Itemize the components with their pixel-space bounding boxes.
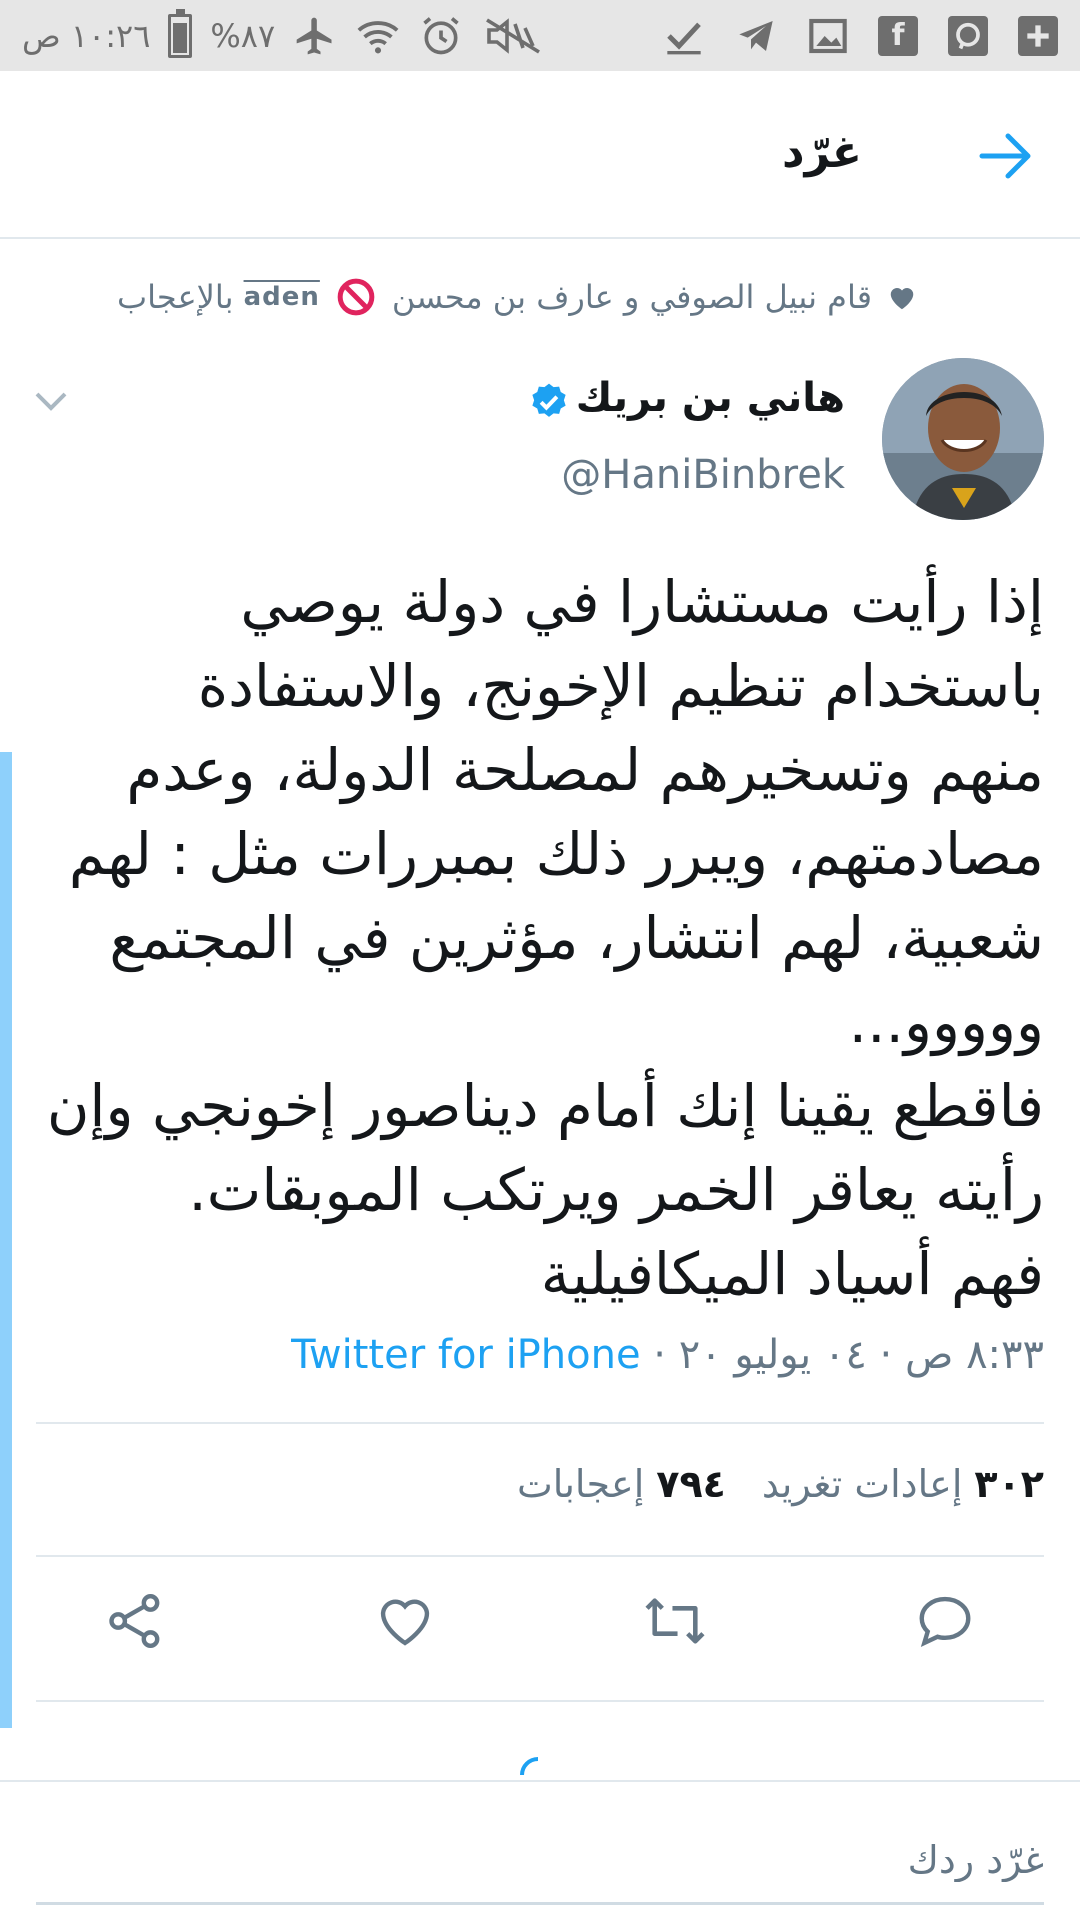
chevron-down-icon[interactable] (34, 390, 68, 412)
avatar[interactable] (882, 358, 1044, 520)
retweet-icon (645, 1598, 705, 1644)
loading-spinner-icon (520, 1757, 539, 1775)
thread-line (0, 752, 12, 1728)
status-bar-left: ١٠:٢٦ ص %٨٧ (22, 8, 545, 59)
tweet-meta: ٨:٣٣ ص · ٠٤ يوليو ٢٠ · Twitter for iPhon… (291, 1332, 1044, 1378)
page-title: غرّد (781, 127, 862, 178)
airplane-icon (293, 14, 337, 58)
author-handle[interactable]: @HaniBinbrek (561, 452, 845, 498)
back-arrow-icon[interactable] (978, 131, 1036, 181)
social-context: قام نبيل الصوفي و عارف بن محسن aden بالإ… (0, 272, 1080, 322)
alarm-icon (419, 14, 463, 58)
aden-badge: aden (243, 282, 320, 312)
tweet-text: إذا رأيت مستشارا في دولة يوصي باستخدام ت… (46, 568, 1044, 1308)
gallery-icon (808, 16, 848, 56)
tweet-timestamp: ٨:٣٣ ص · ٠٤ يوليو ٢٠ · (640, 1332, 1044, 1378)
facebook-icon: f (878, 15, 918, 56)
like-icon (380, 1599, 430, 1646)
reply-icon (919, 1596, 971, 1648)
check-icon (664, 16, 704, 56)
divider (36, 1422, 1044, 1424)
heart-small-icon (890, 288, 914, 310)
compose-divider (0, 1780, 1080, 1782)
tweet-source-link[interactable]: Twitter for iPhone (291, 1332, 641, 1378)
liked-by-text[interactable]: قام نبيل الصوفي و عارف بن محسن (392, 278, 872, 316)
liked-by-suffix: بالإعجاب (117, 278, 234, 316)
battery-fill (173, 22, 188, 53)
messenger-icon (948, 15, 988, 56)
retweet-button[interactable] (642, 1590, 705, 1652)
status-bar-right: f (664, 15, 1058, 56)
mute-icon (481, 16, 545, 56)
retweets-stat[interactable]: ٣٠٢إعادات تغريد (762, 1462, 1044, 1506)
plus-icon (1018, 15, 1058, 56)
divider (36, 1700, 1044, 1702)
verified-badge-icon (532, 383, 566, 417)
tweet-stats: ٣٠٢إعادات تغريد ٧٩٤إعجابات (517, 1462, 1044, 1506)
reply-input[interactable] (36, 1820, 1044, 1900)
telegram-icon (734, 16, 778, 56)
reply-button[interactable] (914, 1590, 976, 1652)
author-name[interactable]: هاني بن بريك (576, 375, 845, 421)
top-header: غرّد (0, 71, 1080, 239)
divider (36, 1555, 1044, 1557)
retweets-label: إعادات تغريد (761, 1462, 963, 1506)
share-icon (109, 1594, 160, 1648)
likes-stat[interactable]: ٧٩٤إعجابات (517, 1462, 726, 1506)
clock: ١٠:٢٦ ص (22, 16, 151, 55)
reply-underline (36, 1902, 1044, 1905)
like-button[interactable] (374, 1590, 436, 1652)
prohibited-icon (337, 278, 375, 316)
likes-label: إعجابات (516, 1462, 645, 1506)
tweet-actions (0, 1590, 1080, 1660)
share-button[interactable] (104, 1590, 166, 1652)
battery-percent: %٨٧ (210, 16, 276, 55)
battery-icon (168, 8, 193, 58)
wifi-icon (355, 13, 401, 59)
retweets-count: ٣٠٢ (974, 1462, 1044, 1506)
status-bar: ١٠:٢٦ ص %٨٧ f (0, 0, 1080, 71)
likes-count: ٧٩٤ (656, 1462, 726, 1506)
